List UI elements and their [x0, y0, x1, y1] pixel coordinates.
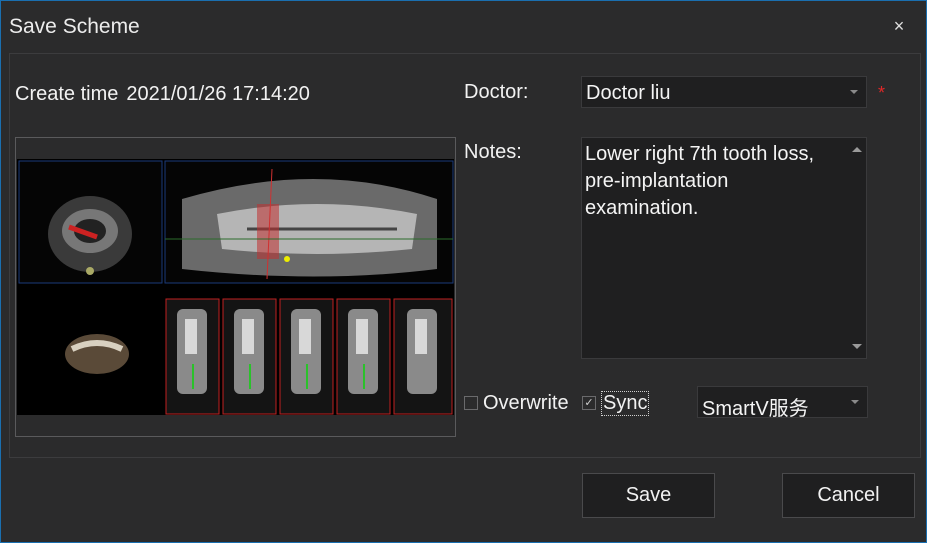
- sync-label: Sync: [601, 390, 650, 416]
- required-asterisk: *: [878, 83, 886, 103]
- save-button[interactable]: Save: [582, 473, 715, 518]
- create-time-value: 2021/01/26 17:14:20: [126, 83, 310, 105]
- notes-scrollbar[interactable]: [846, 138, 866, 358]
- sync-checkbox[interactable]: ✓ Sync: [582, 388, 650, 418]
- checkmark-icon[interactable]: ✓: [582, 396, 596, 410]
- dialog-title: Save Scheme: [9, 15, 140, 38]
- doctor-label: Doctor:: [464, 81, 529, 103]
- notes-textarea[interactable]: Lower right 7th tooth loss, pre-implanta…: [581, 137, 867, 359]
- notes-text: Lower right 7th tooth loss, pre-implanta…: [585, 143, 815, 219]
- scheme-preview: [15, 137, 456, 437]
- close-icon[interactable]: ×: [888, 15, 910, 37]
- cbct-thumbnail-image: [17, 159, 454, 415]
- doctor-select-value: Doctor liu: [586, 82, 671, 104]
- create-time-label: Create time: [15, 83, 119, 105]
- create-time: Create time 2021/01/26 17:14:20: [15, 83, 310, 106]
- scroll-down-icon[interactable]: [852, 344, 862, 349]
- save-scheme-dialog: Save Scheme × Create time 2021/01/26 17:1…: [0, 0, 927, 543]
- doctor-select[interactable]: Doctor liu: [581, 76, 867, 108]
- scroll-up-icon[interactable]: [852, 147, 862, 152]
- chevron-down-icon: [851, 400, 859, 404]
- service-select-value: SmartV服务: [702, 398, 809, 420]
- service-select[interactable]: SmartV服务: [697, 386, 868, 420]
- overwrite-checkbox-box[interactable]: [464, 396, 478, 410]
- cancel-button[interactable]: Cancel: [782, 473, 915, 518]
- overwrite-checkbox[interactable]: Overwrite: [464, 388, 569, 418]
- notes-label: Notes:: [464, 141, 522, 163]
- chevron-down-icon: [850, 90, 858, 94]
- overwrite-label: Overwrite: [483, 391, 569, 414]
